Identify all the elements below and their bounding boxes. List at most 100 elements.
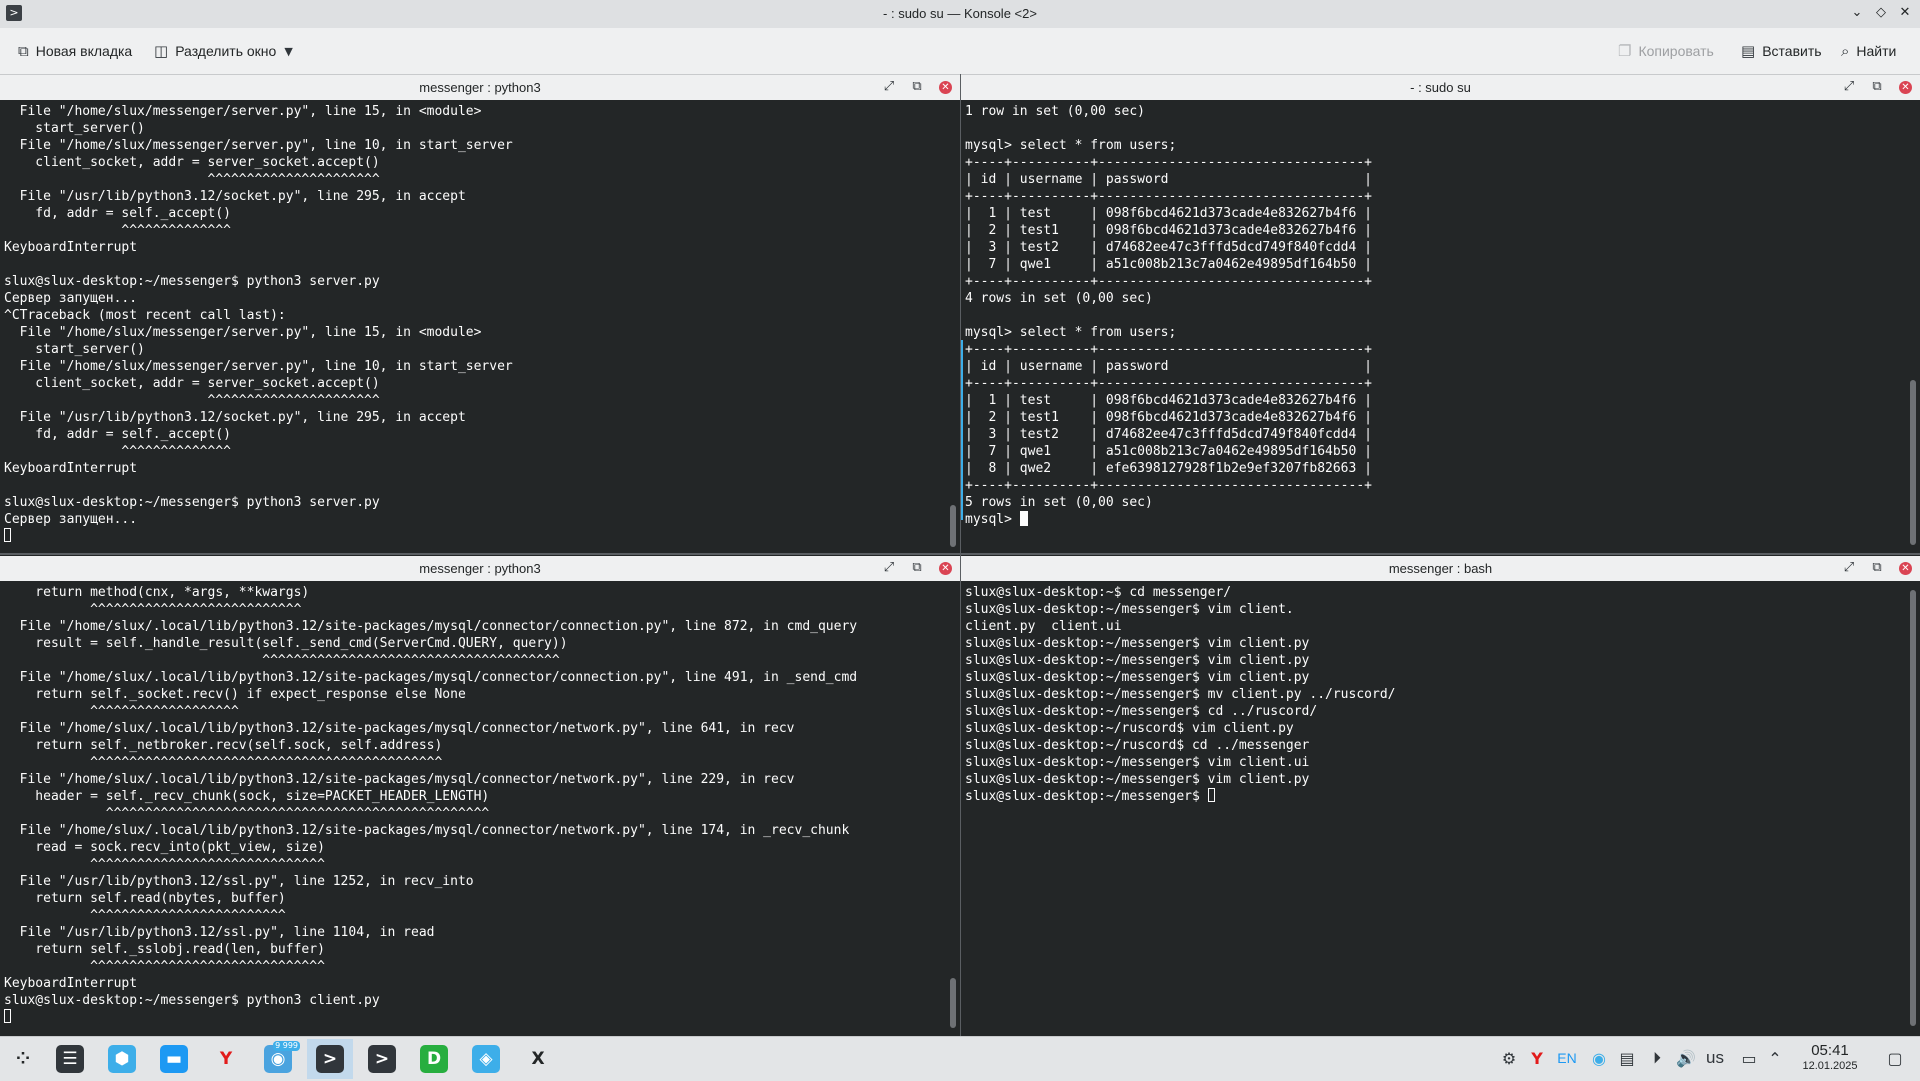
terminal-pane-bottom-right[interactable]: messenger : bash ⤢ ⧉ ✕ slux@slux-desktop…	[961, 556, 1920, 1036]
close-pane-icon[interactable]: ✕	[939, 562, 952, 575]
new-tab-label: Новая вкладка	[35, 43, 133, 59]
taskbar-dbeaver[interactable]: D	[411, 1039, 457, 1079]
terminal-output[interactable]: return method(cnx, *args, **kwargs) ^^^^…	[4, 584, 944, 1036]
copy-label: Копировать	[1638, 43, 1714, 59]
paste-button[interactable]: ▤ Вставить	[1741, 40, 1822, 62]
taskbar: ⁘ ☰ ⬢ ▬ Y ◉ 9 999 > > D ◈ X ⚙ Y EN ◉ ▤ ⏵ 🔊 us ▭ ⌃ 0…	[0, 1036, 1920, 1081]
pane-splitter-horizontal-left[interactable]	[0, 553, 960, 555]
system-settings-icon: ☰	[56, 1045, 84, 1073]
display-icon[interactable]: ▭	[1738, 1047, 1760, 1069]
clock-date: 12.01.2025	[1802, 1060, 1858, 1072]
app-launcher-icon: ⁘	[9, 1045, 37, 1073]
find-label: Найти	[1856, 43, 1897, 59]
taskbar-yandex-browser[interactable]: Y	[203, 1039, 249, 1079]
detach-pane-icon[interactable]: ⧉	[1869, 560, 1885, 576]
terminal-text: slux@slux-desktop:~$ cd messenger/ slux@…	[965, 585, 1396, 787]
split-view-icon: ◫	[154, 42, 169, 60]
bash-prompt: slux@slux-desktop:~/messenger$	[965, 789, 1208, 804]
browser-icon: ◈	[472, 1045, 500, 1073]
pane-title: messenger : python3	[419, 561, 541, 576]
media-player-icon[interactable]: ⏵	[1646, 1047, 1668, 1069]
window-title: - : sudo su — Konsole <2>	[883, 6, 1037, 21]
notifications-icon[interactable]: ⚙	[1498, 1047, 1520, 1069]
dolphin-files-icon: ▬	[160, 1045, 188, 1073]
close-pane-icon[interactable]: ✕	[1899, 81, 1912, 94]
konsole-2-icon: >	[368, 1045, 396, 1073]
clipboard-icon[interactable]: ▤	[1616, 1047, 1638, 1069]
scrollbar[interactable]	[1910, 380, 1916, 545]
split-view-button[interactable]: ◫ Разделить окно ▼	[154, 40, 293, 62]
copy-button[interactable]: ❐ Копировать	[1618, 40, 1714, 62]
terminal-text: 1 row in set (0,00 sec) mysql> select * …	[965, 104, 1372, 510]
discover-icon: ⬢	[108, 1045, 136, 1073]
messenger-icon: ◉ 9 999	[264, 1041, 300, 1073]
messenger-tray-icon[interactable]: ◉	[1588, 1047, 1610, 1069]
close-pane-icon[interactable]: ✕	[939, 81, 952, 94]
detach-pane-icon[interactable]: ⧉	[909, 79, 925, 95]
detach-pane-icon[interactable]: ⧉	[1869, 79, 1885, 95]
taskbar-messenger[interactable]: ◉ 9 999	[255, 1039, 301, 1079]
scrollbar[interactable]	[950, 505, 956, 547]
bash-prompt-line: slux@slux-desktop:~/messenger$	[965, 788, 1904, 805]
input-locale-indicator[interactable]: us	[1702, 1047, 1728, 1069]
taskbar-dolphin-files[interactable]: ▬	[151, 1039, 197, 1079]
close-icon[interactable]: ✕	[1897, 5, 1913, 21]
terminal-text: File "/home/slux/messenger/server.py", l…	[4, 104, 513, 527]
taskbar-x-app[interactable]: X	[515, 1039, 561, 1079]
taskbar-system-settings[interactable]: ☰	[47, 1039, 93, 1079]
terminal-output[interactable]: slux@slux-desktop:~$ cd messenger/ slux@…	[965, 584, 1904, 1036]
keyboard-layout-indicator[interactable]: EN	[1554, 1047, 1580, 1069]
find-button[interactable]: ⌕ Найти	[1841, 40, 1896, 62]
pane-title: - : sudo su	[1410, 80, 1471, 95]
taskbar-discover[interactable]: ⬢	[99, 1039, 145, 1079]
terminal-cursor	[4, 1009, 11, 1023]
copy-icon: ❐	[1618, 42, 1632, 60]
pane-header: - : sudo su ⤢ ⧉ ✕	[961, 75, 1920, 100]
volume-icon[interactable]: 🔊	[1675, 1047, 1697, 1069]
search-icon: ⌕	[1841, 42, 1850, 60]
mysql-prompt: mysql>	[965, 512, 1020, 527]
pane-header: messenger : bash ⤢ ⧉ ✕	[961, 556, 1920, 581]
pane-title: messenger : python3	[419, 80, 541, 95]
taskbar-konsole[interactable]: >	[307, 1039, 353, 1079]
maximize-pane-icon[interactable]: ⤢	[881, 560, 897, 576]
taskbar-konsole-2[interactable]: >	[359, 1039, 405, 1079]
paste-label: Вставить	[1762, 43, 1822, 59]
split-view-label: Разделить окно	[175, 43, 277, 59]
maximize-pane-icon[interactable]: ⤢	[881, 79, 897, 95]
maximize-icon[interactable]: ◇	[1873, 5, 1889, 21]
clock-time: 05:41	[1811, 1042, 1849, 1059]
active-pane-indicator	[961, 340, 963, 520]
unread-badge: 9 999	[273, 1041, 300, 1051]
digital-clock[interactable]: 05:41 12.01.2025	[1780, 1042, 1880, 1073]
minimize-icon[interactable]: ⌄	[1849, 5, 1865, 21]
new-tab-icon: ⧉	[18, 42, 29, 60]
scrollbar[interactable]	[1910, 590, 1916, 1026]
pane-header: messenger : python3 ⤢ ⧉ ✕	[0, 75, 960, 100]
pane-splitter-vertical[interactable]	[960, 74, 961, 1036]
dbeaver-icon: D	[420, 1045, 448, 1073]
terminal-pane-top-right[interactable]: - : sudo su ⤢ ⧉ ✕ 1 row in set (0,00 sec…	[961, 75, 1920, 553]
terminal-text: return method(cnx, *args, **kwargs) ^^^^…	[4, 585, 858, 1008]
terminal-cursor-line	[4, 528, 944, 545]
mysql-prompt-line: mysql>	[965, 511, 1904, 528]
close-pane-icon[interactable]: ✕	[1899, 562, 1912, 575]
yandex-tray-icon[interactable]: Y	[1526, 1047, 1548, 1069]
window-titlebar[interactable]: > - : sudo su — Konsole <2> ⌄ ◇ ✕	[0, 0, 1920, 28]
detach-pane-icon[interactable]: ⧉	[909, 560, 925, 576]
taskbar-app-launcher[interactable]: ⁘	[0, 1039, 46, 1079]
show-desktop-icon[interactable]: ▢	[1884, 1047, 1906, 1069]
terminal-pane-top-left[interactable]: messenger : python3 ⤢ ⧉ ✕ File "/home/sl…	[0, 75, 960, 553]
x-app-icon: X	[524, 1045, 552, 1073]
terminal-output[interactable]: 1 row in set (0,00 sec) mysql> select * …	[965, 103, 1904, 553]
maximize-pane-icon[interactable]: ⤢	[1841, 79, 1857, 95]
pane-splitter-horizontal-right[interactable]	[961, 553, 1920, 555]
maximize-pane-icon[interactable]: ⤢	[1841, 560, 1857, 576]
scrollbar[interactable]	[950, 978, 956, 1028]
new-tab-button[interactable]: ⧉ Новая вкладка	[18, 40, 132, 62]
chevron-down-icon[interactable]: ▼	[284, 45, 292, 58]
taskbar-browser[interactable]: ◈	[463, 1039, 509, 1079]
pane-header: messenger : python3 ⤢ ⧉ ✕	[0, 556, 960, 581]
terminal-pane-bottom-left[interactable]: messenger : python3 ⤢ ⧉ ✕ return method(…	[0, 556, 960, 1036]
terminal-output[interactable]: File "/home/slux/messenger/server.py", l…	[4, 103, 944, 553]
